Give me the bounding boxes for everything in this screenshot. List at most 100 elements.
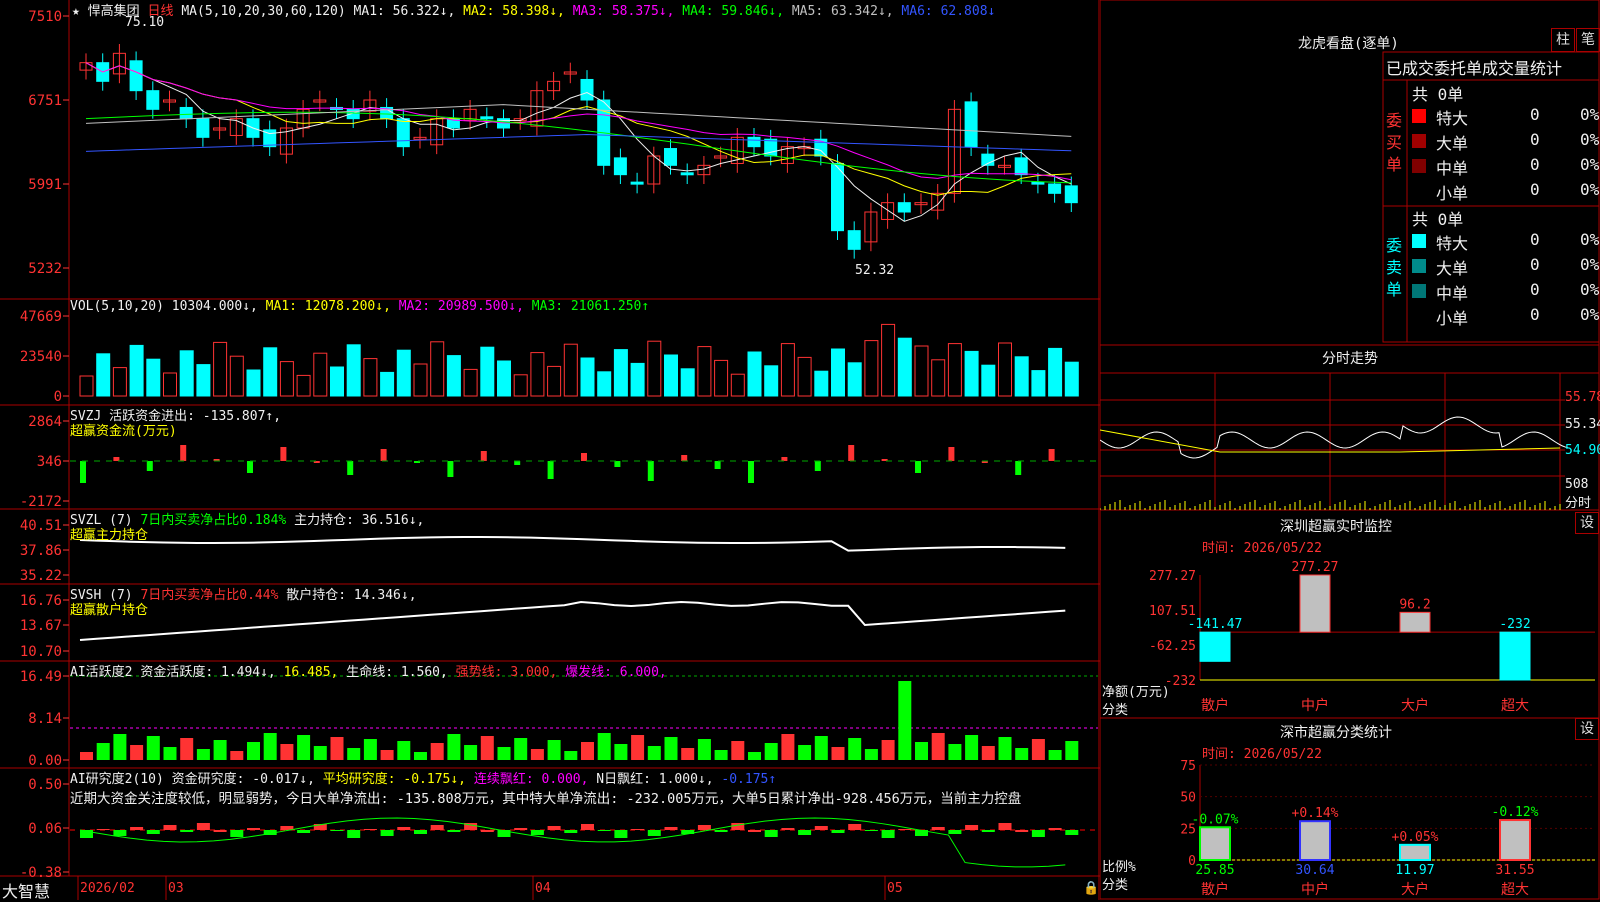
ai-act-bar	[898, 681, 912, 760]
stat-value-4: 31.55	[1495, 863, 1534, 878]
svsh-ratio: 7日内买卖净占比0.44%	[140, 588, 279, 603]
ai-res-bar	[998, 823, 1012, 830]
ai-act-bar	[1031, 739, 1045, 760]
panel-y-tick: 35.22	[20, 568, 62, 584]
panel-y-tick: 8.14	[28, 711, 62, 727]
ai-act-bar	[848, 738, 862, 760]
ai-act-bar	[915, 742, 928, 760]
ai-act-bar	[748, 752, 761, 760]
ai-res-bar	[547, 826, 561, 830]
vol-bar	[497, 360, 511, 397]
vol-bar	[847, 362, 862, 397]
ai-act-bar	[347, 748, 361, 760]
sell-row-pct-3: 0%	[1580, 280, 1600, 299]
intraday-tick-2: 55.34	[1565, 417, 1600, 432]
stock-name[interactable]: 悍高集团	[88, 4, 140, 19]
vol-bar	[263, 347, 278, 397]
ma-value-2: MA2: 58.398↓,	[455, 4, 565, 19]
candle-body	[964, 101, 978, 148]
ai-res-bar	[564, 830, 578, 833]
ma-value-4: MA4: 59.846↓,	[674, 4, 785, 19]
candle-body	[179, 106, 193, 120]
ai-res-bar	[330, 830, 344, 831]
vol-bar	[513, 374, 528, 397]
sell-row-name-4: 小单	[1436, 309, 1469, 328]
main-header: ★ 悍高集团 日线 MA(5,10,20,30,60,120) MA1: 56.…	[72, 0, 995, 19]
stat-category-1: 散户	[1201, 881, 1229, 898]
ai-res-bar	[781, 828, 795, 830]
period-label[interactable]: 日线	[148, 4, 174, 19]
ai-act-bar	[614, 744, 628, 760]
ai-res-summary: 近期大资金关注度较低，明显弱势，今日大单净流出: -135.808万元，其中特大…	[70, 791, 1022, 807]
ai-act-bar	[330, 737, 344, 760]
vol-bar	[380, 371, 395, 397]
ma-value-5: MA5: 63.342↓,	[784, 4, 894, 19]
ai-act-bar	[647, 746, 661, 760]
ai-res-bar	[881, 830, 895, 838]
svzj-bar	[714, 461, 721, 469]
svzl-line	[79, 536, 1066, 552]
ai-res-bar	[180, 830, 194, 832]
svzj-subtitle: 超赢资金流(万元)	[70, 424, 177, 439]
ai-act-bar	[1065, 741, 1079, 760]
ai-res-bar	[163, 825, 177, 830]
vol-bar	[964, 350, 979, 397]
ai-res-bar	[714, 830, 728, 832]
tick-mode-button[interactable]: 笔	[1576, 28, 1600, 52]
ai-act-bar	[263, 733, 277, 760]
ai-res-bar	[514, 828, 528, 830]
bar-mode-button[interactable]: 柱	[1551, 28, 1575, 52]
sz-monitor-settings-button[interactable]: 设	[1575, 512, 1599, 534]
svzl-ratio: 7日内买卖净占比0.184%	[140, 513, 287, 528]
stat-value-2: 30.64	[1295, 863, 1334, 878]
ma-value-6: MA6: 62.808↓	[893, 4, 996, 19]
stat-settings-button[interactable]: 设	[1575, 718, 1599, 740]
date-label-feb: 2026/02	[80, 881, 135, 896]
ai-res-bar	[697, 825, 711, 830]
sell-row-name-2: 大单	[1436, 259, 1469, 278]
vol-bar	[914, 345, 929, 397]
candle-body	[831, 162, 844, 232]
ai-res-line	[79, 817, 1066, 868]
vol-bar	[463, 368, 478, 397]
ai-act-bar	[697, 739, 711, 760]
buy-row-pct-2: 0%	[1580, 130, 1600, 149]
ai-act-bar	[814, 736, 828, 760]
kline-chart-area[interactable]: 7510 6751 5991 5232 47669 23540 0 2864 346 -2172 4…	[0, 0, 1100, 900]
candle-body	[814, 138, 828, 157]
ma-value-3: MA3: 58.375↓,	[564, 4, 675, 19]
vol-bar	[112, 367, 127, 397]
ai-act-bar	[1048, 750, 1062, 760]
ai-act-bar	[313, 746, 327, 760]
intraday-vol-tick: 508	[1565, 477, 1589, 492]
ai-act-bar	[146, 736, 160, 760]
svzj-bar	[514, 461, 521, 465]
ai-act-bar	[998, 737, 1012, 760]
intraday-tick-1: 55.78	[1565, 390, 1600, 405]
vol-label: VOL(5,10,20)	[70, 299, 164, 314]
sz-bar-3	[1399, 611, 1431, 633]
buy-total: 共 0单	[1412, 85, 1464, 104]
ai-act-bar	[514, 738, 528, 760]
ai-res-bar	[1065, 830, 1079, 835]
stat-change-3: +0.05%	[1392, 830, 1439, 845]
sell-total: 共 0单	[1412, 210, 1464, 229]
buy-orders-label: 委买单	[1386, 111, 1403, 174]
panel-y-tick: -2172	[20, 494, 62, 510]
svzj-bar	[347, 461, 354, 475]
ma6-line	[85, 134, 1072, 152]
vol-bar	[330, 366, 344, 397]
intraday-title: 分时走势	[1322, 351, 1378, 367]
ai-res-bar	[948, 830, 962, 834]
main-y-tick: 6751	[28, 93, 62, 109]
stat-time: 时间: 2026/05/22	[1202, 747, 1322, 762]
svzj-bar	[781, 457, 788, 461]
stat-value-3: 11.97	[1395, 863, 1434, 878]
ai-act-bar	[581, 742, 594, 760]
vol-ma2: MA2: 20989.500↓,	[398, 299, 524, 314]
ai-act-bar	[497, 747, 511, 760]
vol-header: VOL(5,10,20) 10304.000↓, MA1: 12078.200↓…	[70, 299, 649, 314]
vol-bar	[1031, 370, 1046, 397]
vol-bar	[129, 344, 144, 397]
ai-res-c: 连续飘红: 0.000,	[473, 772, 589, 787]
